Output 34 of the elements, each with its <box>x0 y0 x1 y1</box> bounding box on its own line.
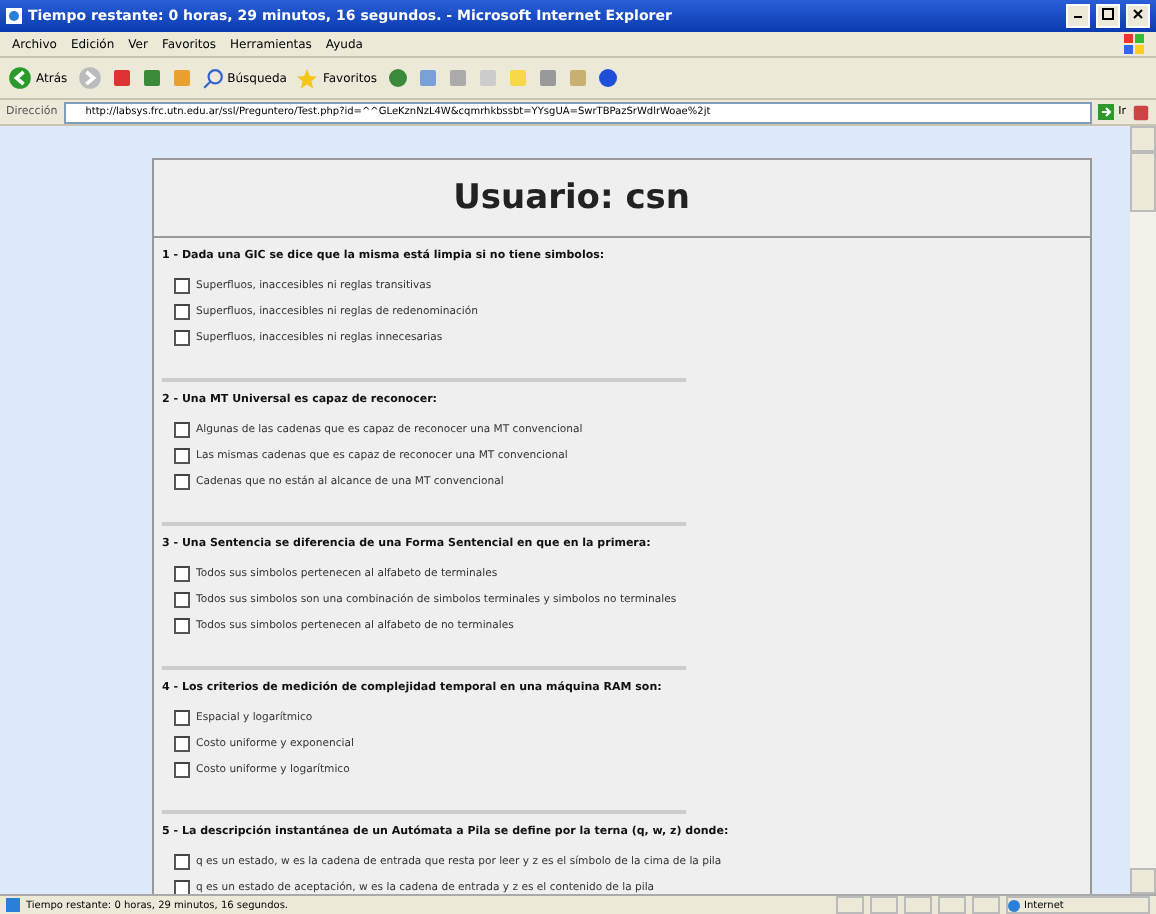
page-icon <box>6 898 20 912</box>
minimize-button[interactable] <box>1066 4 1090 28</box>
answer-checkbox[interactable] <box>174 879 190 894</box>
status-pane <box>836 896 864 914</box>
answer-checkbox[interactable] <box>174 421 190 437</box>
status-pane <box>938 896 966 914</box>
answer-checkbox[interactable] <box>174 329 190 345</box>
answer-checkbox[interactable] <box>174 565 190 581</box>
globe-icon <box>1008 899 1020 911</box>
answer-checkbox[interactable] <box>174 277 190 293</box>
status-pane <box>904 896 932 914</box>
maximize-button[interactable] <box>1096 4 1120 28</box>
answer-checkbox[interactable] <box>174 303 190 319</box>
close-button[interactable] <box>1126 4 1150 28</box>
answer-checkbox[interactable] <box>174 591 190 607</box>
windows-logo-icon <box>1124 34 1144 54</box>
go-arrow-icon <box>1098 104 1115 120</box>
answer-checkbox[interactable] <box>174 447 190 463</box>
close-icon <box>1132 8 1144 20</box>
status-pane <box>870 896 898 914</box>
answer-checkbox[interactable] <box>174 709 190 725</box>
answer-checkbox[interactable] <box>174 853 190 869</box>
search-icon <box>201 67 224 89</box>
answer-checkbox[interactable] <box>174 761 190 777</box>
star-icon <box>296 67 319 89</box>
maximize-icon <box>1102 8 1114 20</box>
status-pane <box>972 896 1000 914</box>
scroll-thumb[interactable] <box>1130 152 1156 212</box>
answer-checkbox[interactable] <box>174 617 190 633</box>
answer-checkbox[interactable] <box>174 735 190 751</box>
scrollbar[interactable] <box>1130 126 1156 894</box>
answer-checkbox[interactable] <box>174 473 190 489</box>
browser-icon <box>6 8 22 24</box>
user-heading: Usuario: csn <box>453 178 690 218</box>
